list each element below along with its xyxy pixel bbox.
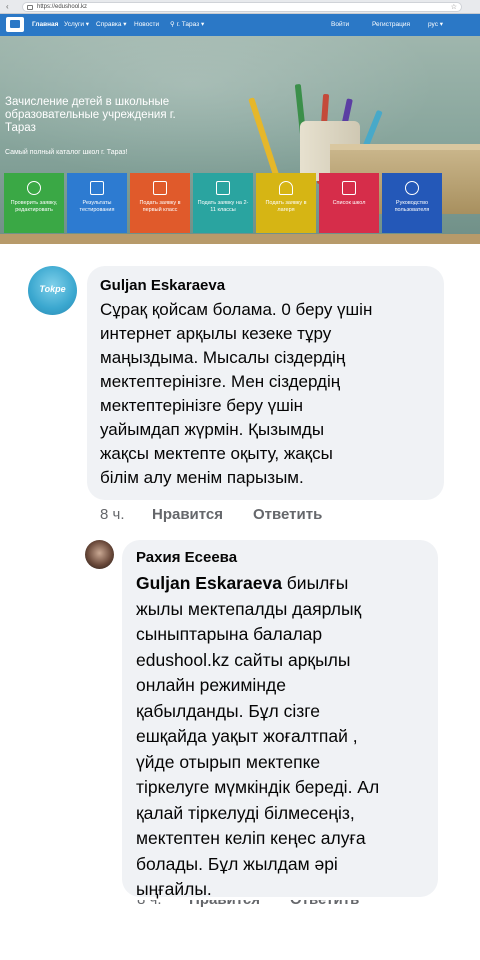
comment-line: сыныптарына балалар — [136, 624, 323, 644]
comment-line: интернет арқылы кезеке тұру — [100, 324, 332, 343]
tile-label: Подать заявку в первый класс — [139, 200, 181, 213]
nav-city-select[interactable]: ⚲ г. Тараз ▾ — [170, 20, 204, 30]
comment-line: Сұрақ қойсам болама. 0 беру үшін — [100, 300, 373, 319]
info-icon — [405, 181, 419, 195]
comment-line: мектептен келіп кеңес алуға — [136, 828, 366, 848]
form-icon — [216, 181, 230, 195]
tile-label: Проверить заявку, редактировать — [10, 200, 58, 213]
nav-register[interactable]: Регистрация — [372, 20, 410, 30]
back-icon[interactable]: ‹ — [6, 1, 9, 12]
tile-label: Руководство пользователя — [394, 200, 430, 213]
reply-button[interactable]: Ответить — [253, 506, 322, 524]
site-navbar: Главная Услуги ▾ Справка ▾ Новости ⚲ г. … — [0, 14, 480, 36]
tile-label: Подать заявку в лагеря — [265, 200, 307, 213]
comment-line: маңыздыма. Мысалы сіздердің — [100, 348, 346, 367]
comment-bubble: Рахия Есеева Guljan Eskaraeva биылғы жыл… — [122, 540, 438, 899]
star-icon[interactable]: ☆ — [451, 3, 457, 12]
nav-language[interactable]: рус ▾ — [428, 20, 443, 30]
nav-home[interactable]: Главная — [32, 20, 58, 30]
nav-login[interactable]: Войти — [331, 20, 349, 30]
comment-line: жылы мектепалды даярлық — [136, 598, 362, 619]
comment-line: уайымдап жүрмін. Қызымды — [100, 420, 325, 439]
document-icon — [90, 181, 104, 195]
lock-icon — [27, 5, 33, 10]
tile-camps[interactable]: Подать заявку в лагеря — [256, 173, 316, 233]
comment-line: болады. Бұл жылдам әрі — [136, 853, 338, 874]
tile-label: Подать заявку на 2-11 классы — [197, 200, 249, 213]
tile-check-application[interactable]: Проверить заявку, редактировать — [4, 173, 64, 233]
comment-time[interactable]: 8 ч. — [137, 900, 162, 909]
nav-help[interactable]: Справка ▾ — [96, 20, 127, 30]
comment-text: Guljan Eskaraeva биылғы жылы мектепалды … — [136, 571, 379, 903]
hero-subtitle: Самый полный каталог школ г. Тараз! — [5, 149, 128, 156]
comment-line: мектептерінізге беру үшін — [100, 396, 304, 415]
tent-icon — [279, 181, 293, 195]
comment-author[interactable]: Рахия Есеева — [136, 549, 237, 567]
browser-address-bar: ‹ https://edushool.kz ☆ — [0, 0, 480, 14]
nav-news[interactable]: Новости — [134, 20, 159, 30]
mention-link[interactable]: Guljan Eskaraeva — [136, 573, 282, 593]
reply-button[interactable]: Ответить — [290, 900, 359, 909]
comment-line: қалай тіркелуді білмесеңіз, — [136, 802, 355, 823]
comment-line: білім алу менім парызым. — [100, 468, 304, 487]
nav-services[interactable]: Услуги ▾ — [64, 20, 89, 30]
like-button[interactable]: Нравится — [189, 900, 260, 909]
avatar[interactable]: Tokpe — [28, 266, 77, 315]
comment-line: үйде отырып мектепке — [136, 751, 321, 772]
tile-grades-2-11[interactable]: Подать заявку на 2-11 классы — [193, 173, 253, 233]
comment-line: мектептерінізге. Мен сіздердің — [100, 372, 341, 391]
url-text: https://edushool.kz — [37, 4, 88, 10]
comment-line: онлайн режимінде — [136, 675, 286, 695]
tile-label: Список школ — [332, 200, 366, 206]
comment-line: тіркелуге мүмкіндік береді. Ал — [136, 777, 380, 797]
comment-line: ыңғайлы. — [136, 879, 212, 899]
hero-banner: Зачисление детей в школьные образователь… — [0, 36, 480, 244]
school-icon — [342, 181, 356, 195]
search-icon — [27, 181, 41, 195]
comment-line: жақсы мектепте оқыту, жақсы — [100, 444, 333, 463]
comment-bubble: Guljan Eskaraeva Сұрақ қойсам болама. 0 … — [87, 266, 444, 500]
comment-line-rest: биылғы — [281, 573, 349, 593]
comment-line: edushool.kz сайты арқылы — [136, 649, 351, 670]
like-button[interactable]: Нравится — [152, 506, 223, 524]
form-icon — [153, 181, 167, 195]
comment-author[interactable]: Guljan Eskaraeva — [100, 277, 225, 295]
comment-line: ешқайда уақыт жоғалтпай , — [136, 726, 358, 746]
comment-text: Сұрақ қойсам болама. 0 беру үшін интерне… — [100, 298, 372, 490]
tile-test-results[interactable]: Результаты тестирования — [67, 173, 127, 233]
avatar-logo-text: Tokpe — [39, 284, 66, 294]
tile-label: Результаты тестирования — [79, 200, 115, 213]
comment-actions-cutoff: 8 ч. Нравится Ответить — [0, 900, 480, 909]
tile-first-grade[interactable]: Подать заявку в первый класс — [130, 173, 190, 233]
table-surface — [0, 234, 480, 244]
tile-user-guide[interactable]: Руководство пользователя — [382, 173, 442, 233]
tile-school-list[interactable]: Список школ — [319, 173, 379, 233]
comment-line: Guljan Eskaraeva биылғы — [136, 571, 379, 597]
comment-time[interactable]: 8 ч. — [100, 506, 125, 524]
url-field[interactable]: https://edushool.kz ☆ — [22, 2, 462, 12]
service-tiles: Проверить заявку, редактировать Результа… — [4, 173, 478, 233]
avatar[interactable] — [85, 540, 114, 569]
comment-line: қабылданды. Бұл сізге — [136, 700, 321, 721]
hero-title: Зачисление детей в школьные образователь… — [5, 96, 176, 134]
site-logo[interactable] — [6, 17, 24, 32]
